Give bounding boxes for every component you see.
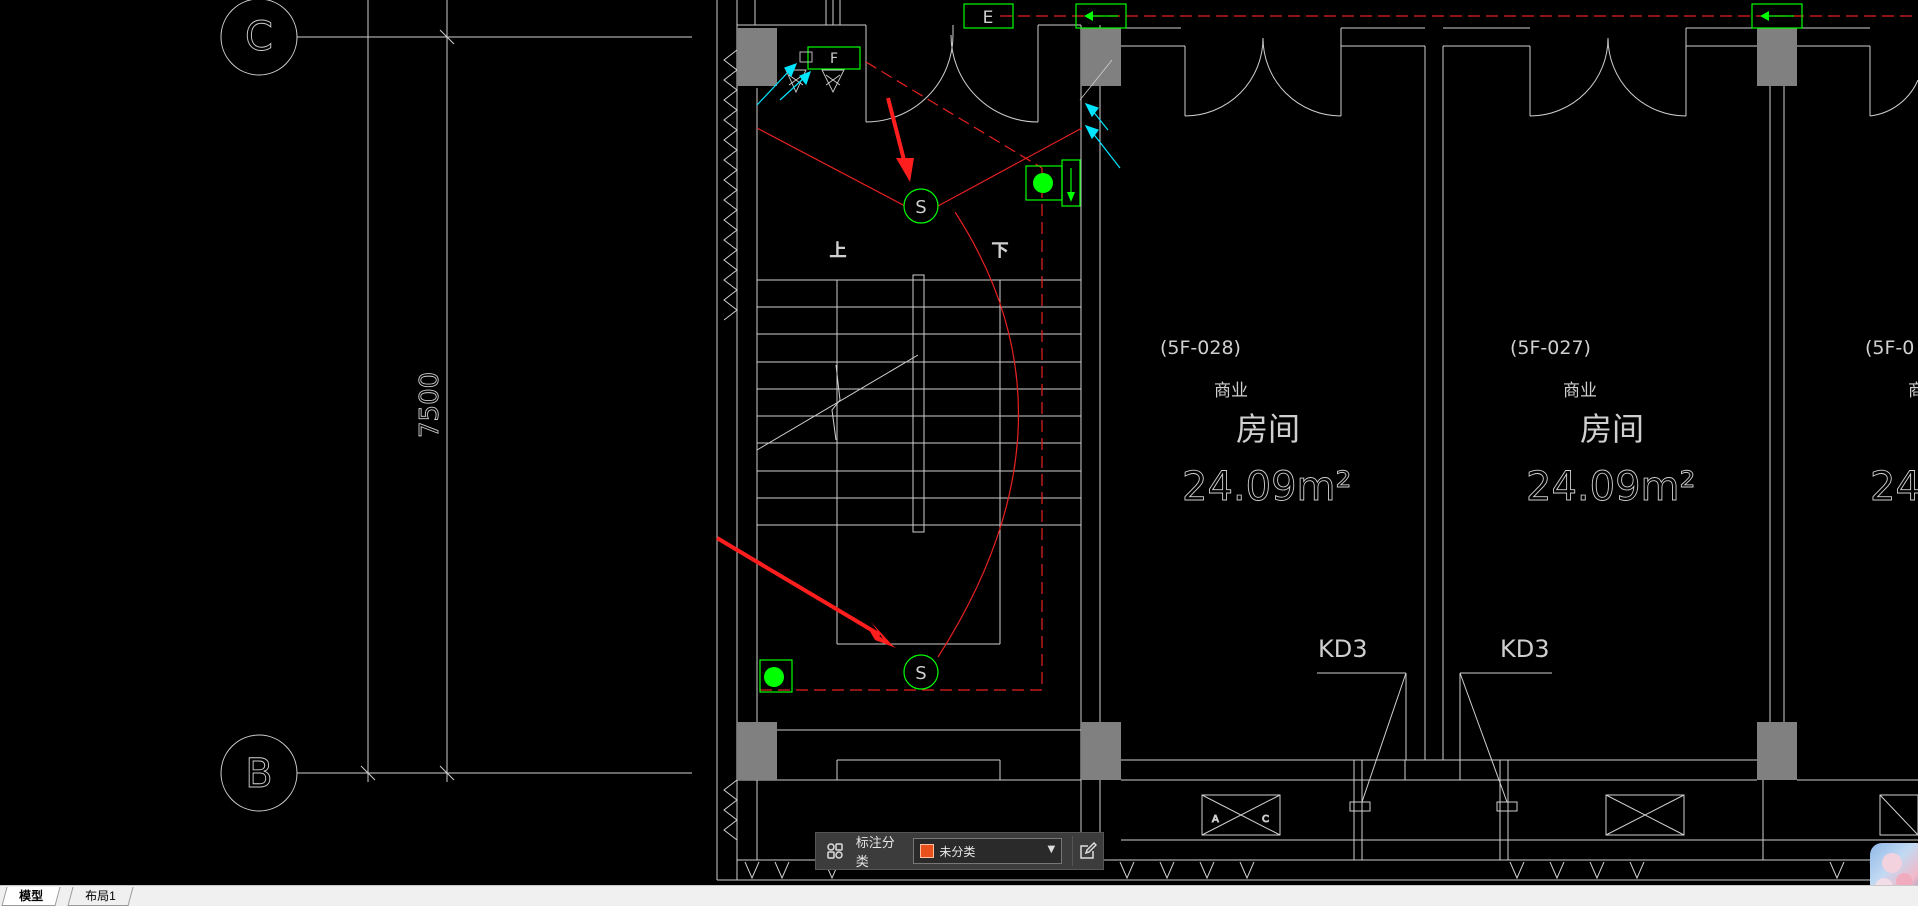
room-5f-028: (5F-028) 商业 房间 24.09m²: [1160, 337, 1352, 510]
tag-f[interactable]: F: [785, 46, 861, 94]
edit-icon[interactable]: [1072, 836, 1103, 866]
room-name: 房间: [1236, 410, 1300, 448]
layout-tabs-bar: 模型 布局1: [0, 885, 1918, 906]
room-name: 房间: [1580, 410, 1644, 448]
annotation-category-label: 标注分类: [855, 836, 895, 870]
room-5f-026-partial: (5F-0 商 24.: [1865, 337, 1918, 510]
room-code: (5F-0: [1865, 337, 1914, 359]
tab-model[interactable]: 模型: [1, 887, 61, 906]
room-area: 24.09m²: [1182, 464, 1352, 510]
door-tag: KD3: [1500, 635, 1550, 663]
column: [737, 722, 777, 780]
room-5f-027: (5F-027) 商业 房间 24.09m²: [1510, 337, 1696, 510]
column: [737, 28, 777, 86]
tab-layout1[interactable]: 布局1: [67, 887, 134, 906]
grid-axis-b: B: [220, 734, 692, 812]
room-use: 商业: [1214, 381, 1248, 401]
door-tag: KD3: [1318, 635, 1368, 663]
cad-app: C B 7500 上 下 A C (5F-028) 商业 房间 24.09m² …: [0, 0, 1918, 906]
grid-axis-c: C: [220, 0, 692, 76]
grid-label-c: C: [245, 14, 273, 60]
staircase: 上 下: [756, 241, 1081, 645]
columns: [737, 28, 1797, 780]
annotation-arrows: [715, 97, 914, 648]
column: [1757, 28, 1797, 86]
stair-up-label: 上: [830, 241, 847, 261]
room-code: (5F-027): [1510, 337, 1591, 359]
room-use: 商: [1908, 381, 1918, 401]
annotation-category-select[interactable]: 未分类 ▼: [913, 838, 1063, 864]
room-area: 24.09m²: [1526, 464, 1696, 510]
smoke-detector-top[interactable]: S: [903, 188, 939, 224]
alarm-device-right[interactable]: [1025, 159, 1081, 207]
smoke-detector-label: S: [915, 663, 926, 684]
equipment-boxes: A C: [1201, 794, 1918, 836]
dimension-line: 7500: [360, 0, 455, 782]
sprinkler-arrows: [756, 59, 1121, 169]
room-code: (5F-028): [1160, 337, 1241, 359]
category-color-swatch: [920, 844, 935, 858]
room-area: 24.: [1870, 464, 1918, 510]
column: [1081, 28, 1121, 86]
drawing-canvas[interactable]: C B 7500 上 下 A C (5F-028) 商业 房间 24.09m² …: [0, 0, 1918, 885]
arrow-marker-a: A: [1212, 814, 1219, 825]
tag-e-label: E: [983, 8, 994, 28]
tab-label: 布局1: [85, 889, 116, 903]
stair-down-label: 下: [992, 241, 1009, 261]
alarm-device-left[interactable]: [759, 659, 793, 693]
chevron-down-icon: ▼: [1047, 844, 1056, 855]
smoke-detector-label: S: [915, 197, 926, 218]
grid-label-b: B: [245, 751, 272, 797]
annotation-toolbar: 标注分类 未分类 ▼: [815, 832, 1104, 870]
column: [1081, 722, 1121, 780]
fire-zone-boundary: [760, 15, 1918, 691]
arrow-marker-c: C: [1262, 814, 1269, 825]
tab-label: 模型: [19, 889, 44, 903]
grid-icon[interactable]: [820, 836, 850, 866]
column: [1757, 722, 1797, 780]
dimension-text: 7500: [415, 372, 445, 438]
room-use: 商业: [1563, 381, 1597, 401]
door-tag-leaders: [1317, 672, 1552, 803]
room-walls: [836, 27, 1918, 860]
smoke-detector-bottom[interactable]: S: [903, 654, 939, 690]
category-select-value: 未分类: [939, 844, 976, 859]
tag-f-label: F: [830, 51, 838, 67]
